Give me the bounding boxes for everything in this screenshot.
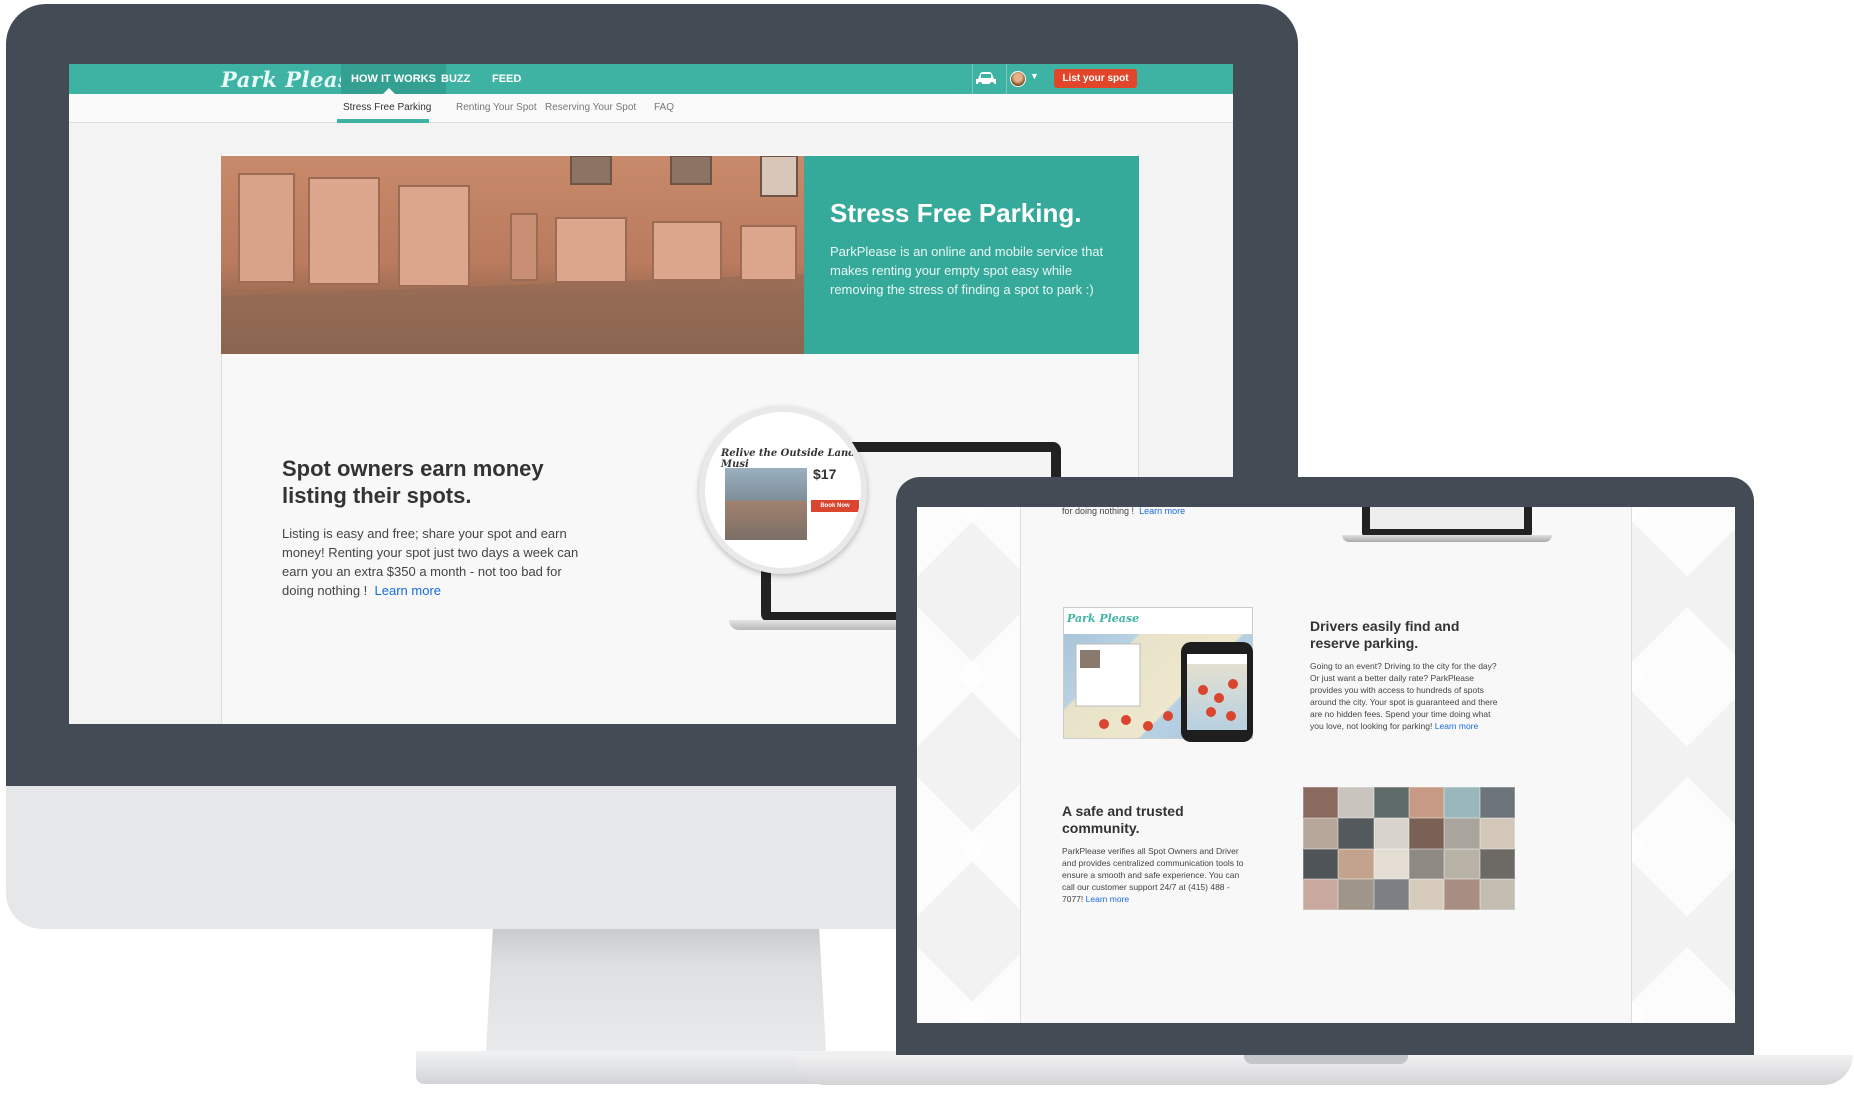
hero-text-panel: Stress Free Parking. ParkPlease is an on…: [804, 156, 1139, 354]
garage-tile: [1303, 879, 1339, 910]
garage-tile: [1338, 879, 1374, 910]
magnifier-book-now-button: Book Now: [811, 500, 859, 512]
garage-tile: [1373, 787, 1409, 818]
nav-divider: [1006, 64, 1007, 94]
section-community-title: A safe and trusted community.: [1062, 803, 1184, 836]
magnifier-price: $17: [813, 466, 837, 482]
laptop-top-body: for doing nothing !: [1062, 507, 1135, 516]
laptop-top-illustration: [1342, 507, 1552, 545]
nav-buzz[interactable]: BUZZ: [441, 64, 470, 94]
garage-tile: [1479, 817, 1515, 849]
garage-tile: [1373, 817, 1409, 849]
garage-tile: [1303, 817, 1339, 849]
garage-tile: [1444, 817, 1480, 849]
garage-doors-illustration: [221, 156, 804, 354]
garage-tile: [1444, 879, 1480, 910]
top-nav: Park Please HOW IT WORKS BUZZ FEED ▼ Lis…: [69, 64, 1233, 94]
hero-title: Stress Free Parking.: [830, 198, 1082, 228]
subnav-active-indicator: [337, 119, 429, 123]
illustration-laptop-lid: [1362, 507, 1532, 537]
section-community-text: ParkPlease verifies all Spot Owners and …: [1062, 845, 1252, 905]
avatar[interactable]: [1010, 71, 1026, 87]
hero-garage-photo: [221, 156, 804, 354]
hero-description: ParkPlease is an online and mobile servi…: [830, 244, 1104, 297]
monitor-stand-neck: [486, 929, 826, 1051]
garage-tile: [1303, 848, 1339, 880]
map-header: Park Please: [1064, 608, 1252, 634]
garage-tile: [1408, 817, 1445, 849]
learn-more-link[interactable]: Learn more: [375, 583, 441, 598]
nav-feed[interactable]: FEED: [492, 64, 521, 94]
garage-tile: [1444, 787, 1480, 818]
garage-tile: [1444, 848, 1480, 880]
learn-more-link[interactable]: Learn more: [1139, 507, 1185, 516]
laptop-screen: for doing nothing ! Learn more Park Plea…: [917, 507, 1735, 1023]
illustration-laptop-screen: [1370, 507, 1524, 529]
learn-more-link[interactable]: Learn more: [1086, 894, 1129, 904]
garage-tile: [1408, 787, 1445, 818]
car-icon[interactable]: [974, 71, 998, 87]
nav-divider: [972, 64, 973, 94]
chevron-down-icon[interactable]: ▼: [1030, 71, 1039, 81]
section-drivers-text: Going to an event? Driving to the city f…: [1310, 660, 1504, 732]
subnav-stress-free-parking[interactable]: Stress Free Parking: [343, 102, 431, 113]
map-logo: Park Please: [1067, 612, 1140, 625]
garage-photo-grid: [1303, 787, 1515, 910]
laptop-notch: [1244, 1055, 1408, 1064]
garage-tile: [1479, 879, 1515, 910]
phone-illustration: [1181, 642, 1253, 742]
section-owners-title: Spot owners earn money listing their spo…: [282, 456, 544, 508]
garage-tile: [1408, 848, 1445, 880]
stage: Park Please HOW IT WORKS BUZZ FEED ▼ Lis…: [0, 0, 1854, 1093]
hero-banner: Stress Free Parking. ParkPlease is an on…: [221, 156, 1139, 354]
garage-tile: [1338, 817, 1374, 849]
garage-tile: [1373, 848, 1409, 880]
subnav-reserving-your-spot[interactable]: Reserving Your Spot: [545, 102, 636, 113]
garage-tile: [1373, 879, 1409, 910]
phone-map-pins-icon: [1187, 654, 1247, 721]
sub-nav: Stress Free Parking Renting Your Spot Re…: [69, 94, 1233, 123]
laptop-content-column: [1020, 507, 1632, 1023]
laptop-top-text: for doing nothing ! Learn more: [1062, 507, 1185, 516]
list-your-spot-button[interactable]: List your spot: [1054, 69, 1137, 88]
phone-screen: [1187, 654, 1247, 730]
garage-tile: [1479, 787, 1515, 818]
illustration-laptop-base: [1342, 535, 1552, 542]
magnifier-callout: Relive the Outside Lands Musi $17 Book N…: [699, 406, 867, 574]
garage-tile: [1338, 787, 1374, 818]
section-drivers-title: Drivers easily find and reserve parking.: [1310, 618, 1460, 651]
garage-tile: [1479, 848, 1515, 880]
garage-tile: [1408, 879, 1445, 910]
section-owners-text: Listing is easy and free; share your spo…: [282, 524, 587, 600]
garage-tile: [1338, 848, 1374, 880]
garage-tile: [1303, 787, 1339, 818]
magnifier-title: Relive the Outside Lands Musi: [721, 448, 861, 470]
learn-more-link[interactable]: Learn more: [1435, 721, 1478, 731]
subnav-faq[interactable]: FAQ: [654, 102, 674, 113]
subnav-renting-your-spot[interactable]: Renting Your Spot: [456, 102, 537, 113]
magnifier-street-photo: [725, 468, 807, 540]
